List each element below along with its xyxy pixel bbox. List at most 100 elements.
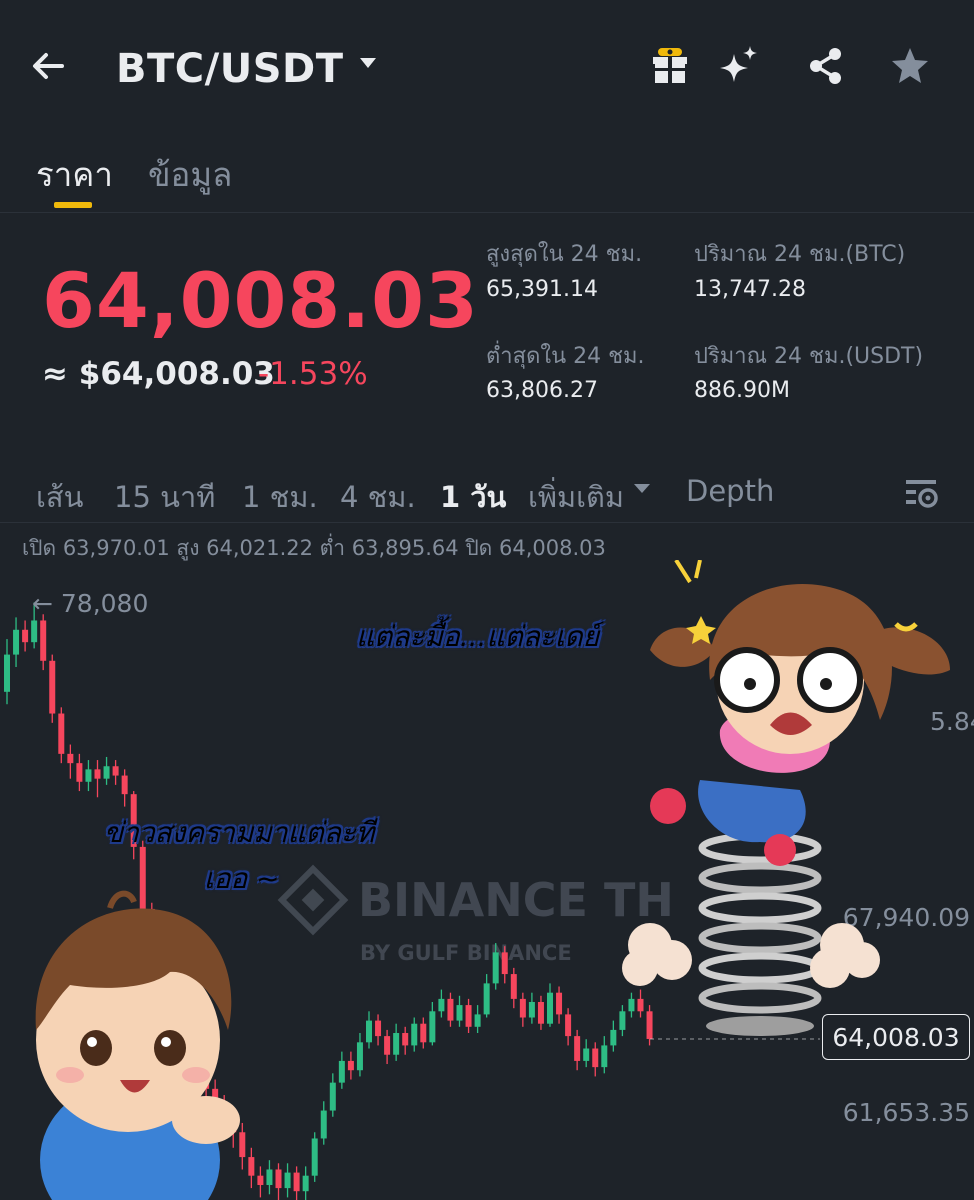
candle-body — [393, 1033, 400, 1055]
candle-body — [456, 1005, 463, 1021]
candle-body — [547, 992, 553, 1024]
candle-body — [447, 998, 454, 1021]
caption-boy-line2: เออ ~ — [204, 862, 280, 895]
gift-icon[interactable] — [648, 44, 692, 88]
candle-body — [465, 1005, 472, 1027]
high-24h-value: 65,391.14 — [486, 277, 598, 302]
chart-settings-icon[interactable] — [904, 476, 940, 510]
candle-body — [85, 769, 92, 782]
interval-1h[interactable]: 1 ชม. — [242, 474, 318, 520]
candle-body — [574, 1036, 581, 1061]
high-marker-label: ← 78,080 — [32, 589, 148, 618]
interval-1d[interactable]: 1 วัน — [440, 474, 506, 520]
tab-info[interactable]: ข้อมูล — [148, 148, 232, 201]
interval-more[interactable]: เพิ่มเติม — [528, 474, 624, 520]
candle-body — [483, 983, 490, 1015]
candle-body — [347, 1060, 354, 1071]
watermark-sub: BY GULF BINANCE — [360, 941, 572, 965]
candle-body — [429, 1011, 436, 1043]
candle-body — [49, 660, 56, 714]
share-icon[interactable] — [804, 44, 848, 88]
candle-body — [139, 846, 146, 909]
candle-body — [528, 1001, 535, 1018]
tab-bar: ราคา ข้อมูล — [0, 140, 974, 213]
candle-body — [338, 1060, 345, 1083]
candle-body — [239, 1132, 246, 1158]
candle-body — [628, 998, 635, 1012]
axis-tick-label: 61,653.35 — [843, 1098, 970, 1127]
axis-label-partial: 5.84 — [930, 707, 974, 736]
candle-body — [592, 1048, 599, 1068]
boy-character-illustration — [35, 890, 240, 1200]
interval-bar: เส้น 15 นาที 1 ชม. 4 ชม. 1 วัน เพิ่มเติม… — [0, 462, 974, 523]
last-price: 64,008.03 — [42, 256, 479, 345]
girl-character-illustration — [622, 560, 950, 1036]
caption-boy-line1: ข่าวสงครามมาแต่ละที — [104, 816, 378, 849]
candle-body — [519, 998, 526, 1018]
depth-tab[interactable]: Depth — [686, 474, 774, 508]
candle-body — [646, 1011, 653, 1039]
volume-btc-label: ปริมาณ 24 ชม.(BTC) — [694, 242, 906, 267]
candle-body — [601, 1045, 608, 1068]
more-caret-icon — [634, 484, 650, 493]
candle-body — [501, 952, 508, 975]
tab-price[interactable]: ราคา — [36, 148, 113, 201]
volume-usdt-value: 886.90M — [694, 378, 790, 403]
candle-body — [248, 1157, 255, 1176]
candle-body — [411, 1023, 418, 1046]
caption-girl: แต่ละมื้อ...แต่ละเดย์ — [356, 616, 605, 653]
candle-body — [356, 1042, 363, 1071]
star-icon[interactable] — [888, 44, 932, 88]
high-24h-label: สูงสุดใน 24 ชม. — [486, 242, 643, 267]
candle-body — [22, 629, 29, 643]
low-24h-label: ต่ำสุดใน 24 ชม. — [486, 344, 645, 369]
candle-body — [492, 952, 499, 984]
candle-body — [637, 998, 644, 1012]
candle-body — [583, 1048, 590, 1061]
candle-body — [375, 1020, 382, 1037]
candle-body — [266, 1169, 273, 1185]
candle-body — [275, 1169, 282, 1189]
watermark: BINANCE TH BY GULF BINANCE — [277, 864, 674, 965]
low-24h-value: 63,806.27 — [486, 378, 598, 403]
interval-line[interactable]: เส้น — [36, 474, 83, 520]
current-price-tag[interactable]: 64,008.03 — [822, 1014, 970, 1060]
candle-body — [438, 998, 445, 1012]
candle-body — [112, 766, 119, 776]
candle-body — [619, 1011, 626, 1030]
interval-15m[interactable]: 15 นาที — [114, 474, 215, 520]
axis-tick-label: 67,940.09 — [843, 903, 970, 932]
candle-body — [320, 1110, 327, 1139]
watermark-main: BINANCE TH — [358, 873, 674, 927]
candle-body — [302, 1175, 309, 1192]
back-arrow-icon[interactable] — [26, 44, 70, 88]
candle-body — [329, 1082, 336, 1111]
candle-body — [103, 766, 110, 779]
sparkle-icon[interactable] — [716, 44, 760, 88]
candle-body — [384, 1036, 391, 1055]
pair-dropdown-caret-icon[interactable] — [360, 58, 376, 68]
candle-body — [610, 1029, 617, 1046]
active-tab-indicator — [54, 202, 92, 208]
candle-body — [31, 620, 38, 643]
candle-body — [311, 1138, 318, 1176]
volume-usdt-label: ปริมาณ 24 ชม.(USDT) — [694, 344, 924, 369]
candle-body — [40, 620, 47, 661]
candle-body — [420, 1023, 427, 1043]
candle-body — [67, 753, 74, 764]
candle-body — [366, 1020, 372, 1043]
spring — [698, 832, 822, 1036]
candle-body — [94, 769, 101, 779]
candle-body — [121, 775, 128, 795]
top-bar: BTC/USDT — [0, 0, 974, 140]
approx-usd-price: ≈ $64,008.03 — [42, 356, 275, 392]
pair-title[interactable]: BTC/USDT — [116, 46, 344, 92]
candle-body — [537, 1001, 544, 1024]
volume-btc-value: 13,747.28 — [694, 277, 806, 302]
candle-body — [13, 629, 20, 655]
interval-4h[interactable]: 4 ชม. — [340, 474, 416, 520]
candle-body — [565, 1014, 572, 1037]
candle-body — [257, 1175, 264, 1185]
candlestick-chart[interactable]: BINANCE TH BY GULF BINANCE ← 78,080 5.84… — [0, 560, 974, 1200]
candle-body — [556, 992, 563, 1015]
